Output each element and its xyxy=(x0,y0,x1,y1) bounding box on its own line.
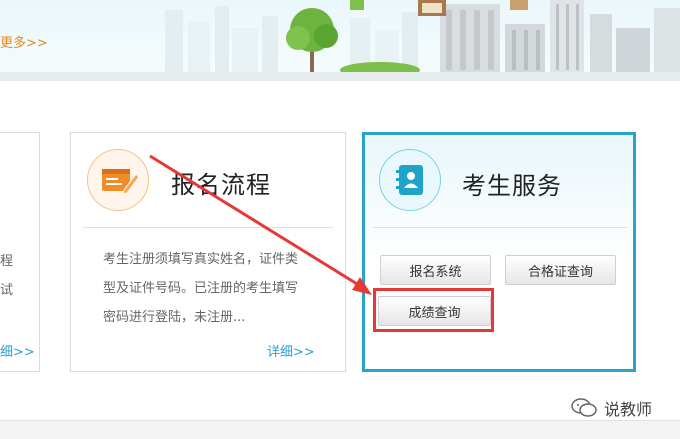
watermark-label: 说教师 xyxy=(604,400,653,419)
bottom-bar xyxy=(0,420,680,439)
red-pointer-arrow xyxy=(149,154,372,295)
wechat-icon xyxy=(571,398,597,417)
wechat-watermark: 说教师 xyxy=(570,396,652,420)
